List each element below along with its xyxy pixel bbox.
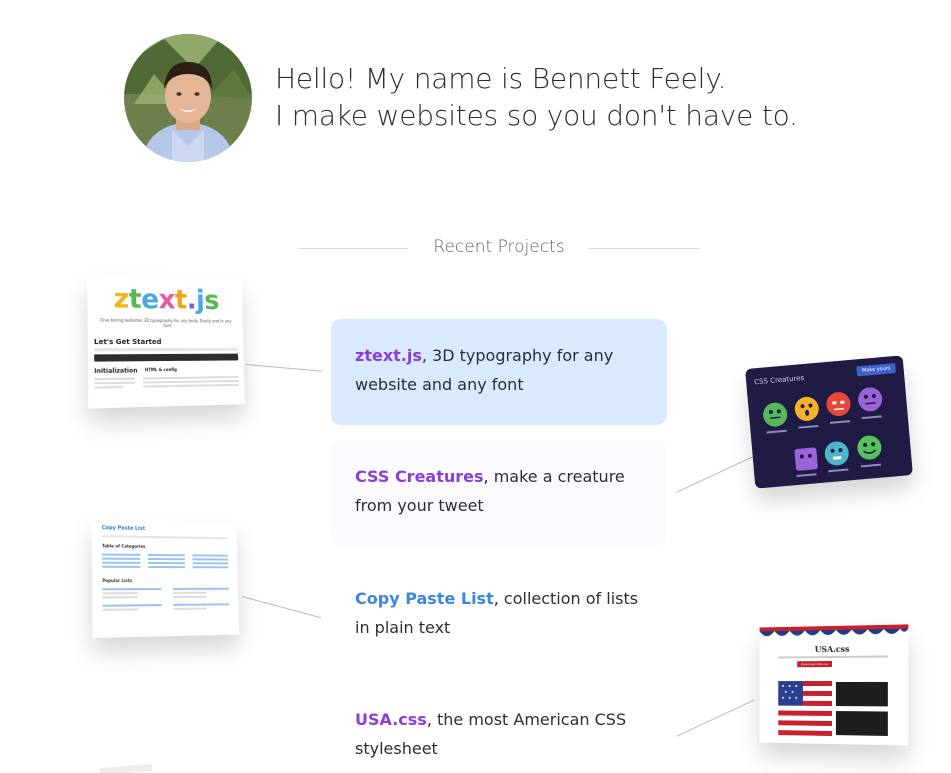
thumbnail-partial bbox=[100, 764, 152, 773]
ztext-heading: Let's Get Started bbox=[94, 338, 238, 346]
thumbnail-ztext[interactable]: ztext.js Give boring websites 3D typogra… bbox=[87, 275, 245, 409]
intro-heading: Hello! My name is Bennett Feely. I make … bbox=[275, 60, 798, 134]
project-link-copy-paste-list[interactable]: Copy Paste List bbox=[355, 589, 494, 608]
project-card-usa-css[interactable]: USA.css, the most American CSS styleshee… bbox=[331, 683, 667, 773]
project-card-css-creatures[interactable]: CSS Creatures, make a creature from your… bbox=[331, 440, 667, 546]
creatures-grid bbox=[745, 355, 913, 488]
connector-ztext bbox=[246, 364, 322, 372]
ztext-text-line bbox=[94, 348, 238, 352]
usa-bunting bbox=[760, 624, 909, 641]
ztext-tagline: Give boring websites 3D typography for a… bbox=[98, 317, 234, 328]
copy-paste-list-subtitle: Table of Categories bbox=[102, 543, 228, 550]
copy-paste-list-title: Copy Paste List bbox=[102, 525, 237, 534]
connector-copy-paste-list bbox=[242, 596, 321, 618]
intro-line-2: I make websites so you don't have to. bbox=[275, 97, 798, 134]
section-title: Recent Projects bbox=[410, 237, 588, 257]
thumbnail-css-creatures[interactable]: CSS Creatures Make yours bbox=[745, 355, 913, 488]
usa-code-block-2 bbox=[836, 711, 888, 736]
project-link-usa-css[interactable]: USA.css bbox=[355, 710, 427, 729]
copy-paste-list-section: Popular Lists bbox=[102, 578, 228, 583]
project-link-css-creatures[interactable]: CSS Creatures bbox=[355, 467, 484, 486]
ztext-subheading: Initialization bbox=[94, 367, 135, 375]
ztext-logo: ztext.js bbox=[87, 284, 242, 316]
usa-download-button: Download USA.css bbox=[797, 661, 832, 667]
thumbnail-copy-paste-list[interactable]: Copy Paste List Table of Categories Popu… bbox=[91, 519, 239, 638]
usa-title: USA.css bbox=[760, 643, 909, 655]
ztext-subheading-2: HTML & config bbox=[145, 367, 177, 374]
project-link-ztext[interactable]: ztext.js bbox=[355, 346, 422, 365]
divider-left bbox=[298, 248, 408, 249]
usa-code-block-1 bbox=[836, 682, 888, 706]
avatar-photo bbox=[124, 34, 252, 162]
avatar bbox=[124, 34, 252, 162]
project-card-ztext[interactable]: ztext.js, 3D typography for any website … bbox=[331, 319, 667, 425]
divider-right bbox=[588, 248, 700, 249]
usa-flag bbox=[778, 681, 832, 737]
project-card-copy-paste-list[interactable]: Copy Paste List, collection of lists in … bbox=[331, 562, 667, 668]
intro-line-1: Hello! My name is Bennett Feely. bbox=[275, 60, 798, 97]
ztext-code-block bbox=[94, 354, 238, 362]
connector-usa-css bbox=[676, 700, 754, 737]
thumbnail-usa-css[interactable]: USA.css Download USA.css bbox=[760, 624, 909, 745]
connector-css-creatures bbox=[676, 452, 763, 493]
page: Hello! My name is Bennett Feely. I make … bbox=[0, 0, 951, 773]
